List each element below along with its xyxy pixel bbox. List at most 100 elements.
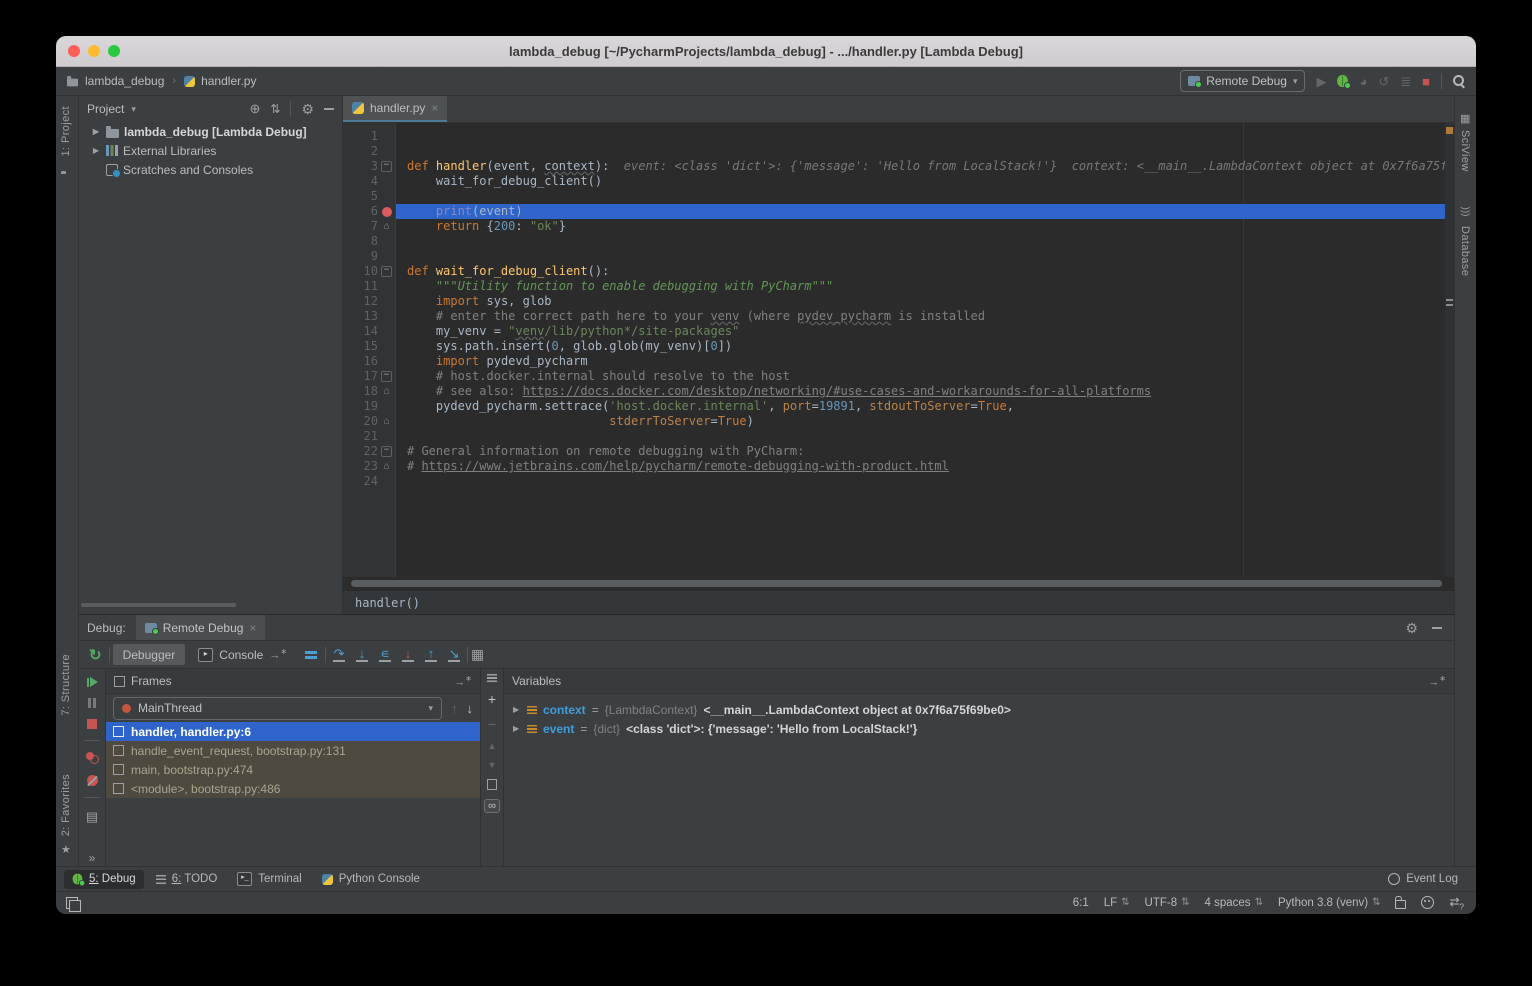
frame-row[interactable]: main, bootstrap.py:474 — [106, 760, 480, 779]
search-everywhere-icon[interactable] — [1453, 75, 1466, 88]
hide-panel-icon[interactable] — [324, 108, 334, 110]
interpreter-selector[interactable]: Python 3.8 (venv)⇅ — [1278, 897, 1381, 909]
gutter-line[interactable]: 4 — [343, 174, 395, 189]
code-line[interactable]: wait_for_debug_client() — [396, 174, 1454, 189]
view-breakpoints-icon[interactable] — [86, 752, 99, 764]
gutter-line[interactable]: 20⌂ — [343, 414, 395, 429]
code-line[interactable]: # host.docker.internal should resolve to… — [396, 369, 1454, 384]
code-line[interactable]: # General information on remote debuggin… — [396, 444, 1454, 459]
tool-stripe-project[interactable]: 1: Project — [60, 106, 72, 156]
profiler-button[interactable]: ↺ — [1378, 75, 1389, 88]
previous-frame-icon[interactable]: ↑ — [451, 701, 458, 716]
project-horizontal-scrollbar[interactable] — [81, 603, 236, 607]
indent-selector[interactable]: 4 spaces⇅ — [1205, 897, 1263, 909]
gutter-line[interactable]: 22− — [343, 444, 395, 459]
rerun-debug-icon[interactable]: ↻ — [89, 646, 102, 664]
run-config-selector[interactable]: Remote Debug ▾ — [1180, 70, 1305, 92]
code-line[interactable]: """Utility function to enable debugging … — [396, 279, 1454, 294]
view-options-icon[interactable] — [487, 674, 497, 682]
resume-icon[interactable] — [87, 677, 98, 687]
breakpoint-dot[interactable] — [382, 207, 392, 217]
stop-button[interactable]: ■ — [1422, 75, 1430, 88]
variable-row[interactable]: ▶ context = {LambdaContext} <__main__.La… — [504, 700, 1454, 719]
gear-icon[interactable]: ⚙ — [301, 102, 314, 116]
gutter-line[interactable]: 3− — [343, 159, 395, 174]
toolbar-item-todo[interactable]: 6: TODO — [148, 870, 226, 889]
code-line-current[interactable]: print(event) — [396, 204, 1454, 219]
gutter-line[interactable]: 13 — [343, 309, 395, 324]
variable-row[interactable]: ▶ event = {dict} <class 'dict'>: {'messa… — [504, 719, 1454, 738]
tool-stripe-structure[interactable]: 7: Structure — [60, 654, 72, 716]
show-execution-point-icon[interactable] — [305, 651, 317, 659]
code-line[interactable] — [396, 189, 1454, 204]
code-line[interactable]: def handler(event, context): event: <cla… — [396, 159, 1454, 174]
duplicate-icon[interactable] — [487, 779, 497, 790]
code-line[interactable]: import sys, glob — [396, 294, 1454, 309]
step-out-icon[interactable]: ↑ — [421, 647, 441, 663]
frame-row[interactable]: <module>, bootstrap.py:486 — [106, 779, 480, 798]
fold-marker-icon[interactable]: − — [381, 446, 392, 457]
gutter-line[interactable]: 11 — [343, 279, 395, 294]
event-log-button[interactable]: Event Log — [1388, 873, 1458, 885]
run-with-coverage-button[interactable]: ◕ — [1359, 75, 1367, 88]
editor-hscroll-thumb[interactable] — [351, 580, 1442, 587]
chevron-right-icon[interactable]: ▶ — [91, 146, 101, 155]
fold-marker-icon[interactable]: − — [381, 161, 392, 172]
fold-marker-icon[interactable]: ⌂ — [383, 222, 389, 231]
force-step-into-icon[interactable]: ↓ — [398, 647, 418, 663]
gutter-line[interactable]: 2 — [343, 144, 395, 159]
code-line[interactable] — [396, 129, 1454, 144]
breadcrumb-project[interactable]: lambda_debug — [85, 74, 164, 88]
editor-tab-handler[interactable]: handler.py × — [343, 96, 447, 122]
add-watch-icon[interactable]: + — [488, 691, 496, 707]
code-line[interactable] — [396, 144, 1454, 159]
code-line[interactable]: # https://www.jetbrains.com/help/pycharm… — [396, 459, 1454, 474]
code-line[interactable]: pydevd_pycharm.settrace('host.docker.int… — [396, 399, 1454, 414]
gutter-line[interactable]: 1 — [343, 129, 395, 144]
move-down-icon[interactable]: ▼ — [488, 760, 497, 770]
toolbar-item-terminal[interactable]: ▸_ Terminal — [229, 870, 309, 889]
error-stripe[interactable] — [1445, 123, 1454, 577]
sync-help-icon[interactable]: ⇄? — [1449, 895, 1464, 911]
concurrency-button[interactable]: ≣ — [1400, 75, 1411, 88]
gutter-line[interactable]: 14 — [343, 324, 395, 339]
code-line[interactable] — [396, 234, 1454, 249]
chevron-right-icon[interactable]: ▶ — [91, 127, 101, 136]
gutter-line[interactable]: 21 — [343, 429, 395, 444]
code-line[interactable]: sys.path.insert(0, glob.glob(my_venv)[0]… — [396, 339, 1454, 354]
gutter-line[interactable]: 23⌂ — [343, 459, 395, 474]
gutter-line[interactable]: 10− — [343, 264, 395, 279]
tool-stripe-favorites[interactable]: 2: Favorites — [60, 774, 72, 836]
evaluate-expression-icon[interactable]: ▦ — [471, 646, 484, 663]
collapse-all-icon[interactable]: ⇅ — [270, 102, 280, 116]
show-watches-icon[interactable]: ∞ — [484, 799, 500, 813]
next-frame-icon[interactable]: ↓ — [467, 701, 474, 716]
run-button[interactable]: ▶ — [1316, 75, 1326, 88]
fold-marker-icon[interactable]: − — [381, 266, 392, 277]
close-tab-icon[interactable]: × — [431, 101, 438, 115]
pin-icon[interactable]: →∗ — [1428, 674, 1446, 689]
fold-marker-icon[interactable]: ⌂ — [383, 462, 389, 471]
gutter-line[interactable]: 17− — [343, 369, 395, 384]
gutter-line[interactable]: 6 — [343, 204, 395, 219]
tree-item-external-libraries[interactable]: ▶ External Libraries — [79, 141, 342, 160]
minimize-window-button[interactable] — [88, 45, 100, 57]
toolbar-item-python-console[interactable]: Python Console — [314, 870, 428, 889]
fold-marker-icon[interactable]: ⌂ — [383, 417, 389, 426]
pin-icon[interactable]: →∗ — [454, 674, 472, 689]
gutter-line[interactable]: 16 — [343, 354, 395, 369]
code-line[interactable] — [396, 474, 1454, 489]
debug-button[interactable] — [1337, 75, 1348, 87]
frame-row[interactable]: handler, handler.py:6 — [106, 722, 480, 741]
run-to-cursor-icon[interactable]: ↘ — [444, 647, 464, 663]
tool-window-toggle-icon[interactable] — [66, 897, 78, 909]
more-icon[interactable]: » — [89, 851, 96, 865]
gutter-line[interactable]: 24 — [343, 474, 395, 489]
project-panel-title[interactable]: Project — [87, 102, 124, 116]
step-into-icon[interactable]: ↓ — [352, 647, 372, 663]
gutter-line[interactable]: 7⌂ — [343, 219, 395, 234]
close-session-icon[interactable]: × — [249, 621, 256, 635]
restore-layout-icon[interactable]: ▤ — [86, 809, 98, 825]
expand-icon[interactable]: ▶ — [513, 724, 521, 733]
gutter-line[interactable]: 12 — [343, 294, 395, 309]
